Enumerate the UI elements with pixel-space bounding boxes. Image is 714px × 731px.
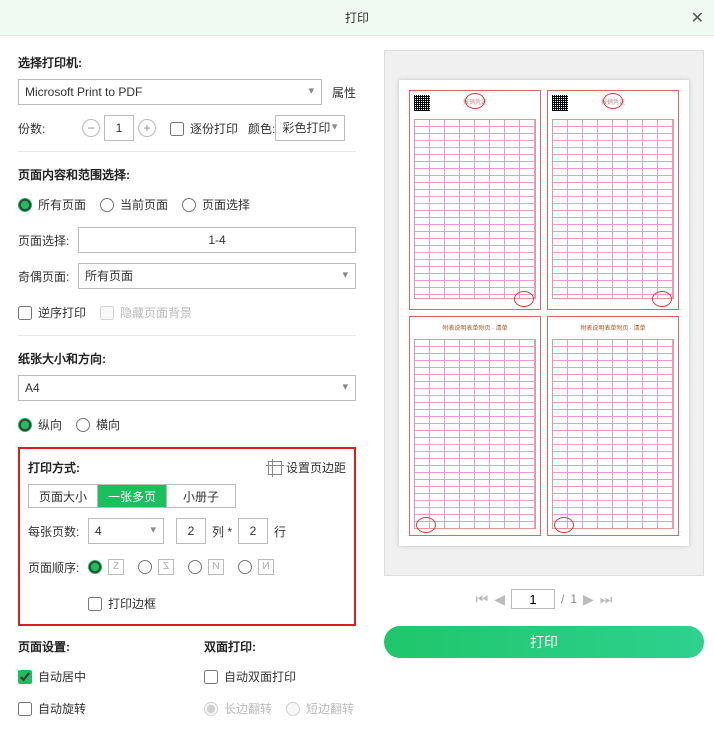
pager-next-icon[interactable]: ▶ xyxy=(583,591,594,608)
collate-checkbox[interactable]: 逐份打印 xyxy=(170,120,238,137)
pager-prev-icon[interactable]: ◀ xyxy=(494,591,505,608)
color-label: 颜色: xyxy=(248,120,275,137)
reverse-order-checkbox[interactable]: 逆序打印 xyxy=(18,304,86,321)
preview-sheet: 报销凭证 报销凭证 附表说明表单附页 · 清单 xyxy=(399,80,689,546)
printer-label: 选择打印机: xyxy=(18,54,356,71)
set-margins-link[interactable]: 设置页边距 xyxy=(268,459,346,476)
range-all-radio[interactable]: 所有页面 xyxy=(18,196,86,213)
range-header: 页面内容和范围选择: xyxy=(18,166,356,183)
duplex-long-edge-radio: 长边翻转 xyxy=(204,700,272,717)
order-rz-radio[interactable]: Z xyxy=(138,559,174,575)
layout-tabs: 页面大小 一张多页 小册子 xyxy=(28,484,236,508)
tab-fit[interactable]: 页面大小 xyxy=(29,485,98,507)
preview-page-4: 附表说明表单附页 · 清单 xyxy=(547,316,679,536)
preview-page-3: 附表说明表单附页 · 清单 xyxy=(409,316,541,536)
pager-last-icon[interactable]: ⏭ xyxy=(600,591,613,608)
range-custom-radio[interactable]: 页面选择 xyxy=(182,196,250,213)
duplex-short-edge-radio: 短边翻转 xyxy=(286,700,354,717)
printer-properties-link[interactable]: 属性 xyxy=(332,84,356,101)
print-button[interactable]: 打印 xyxy=(384,626,704,658)
per-sheet-label: 每张页数: xyxy=(28,523,88,540)
title-bar: 打印 ✕ xyxy=(0,0,714,36)
order-rn-icon: N xyxy=(258,559,274,575)
order-z-radio[interactable]: Z xyxy=(88,559,124,575)
close-icon[interactable]: ✕ xyxy=(691,8,704,28)
preview-page-2: 报销凭证 xyxy=(547,90,679,310)
auto-rotate-checkbox[interactable]: 自动旋转 xyxy=(18,700,86,717)
settings-panel: 选择打印机: Microsoft Print to PDF 属性 份数: − +… xyxy=(0,36,374,668)
layout-header: 打印方式: xyxy=(28,459,80,476)
parity-select[interactable]: 所有页面 xyxy=(78,263,356,289)
parity-label: 奇偶页面: xyxy=(18,268,78,285)
copies-decrement-button[interactable]: − xyxy=(82,119,100,137)
order-rz-icon: Z xyxy=(158,559,174,575)
pager-first-icon[interactable]: ⏮ xyxy=(476,591,489,608)
order-n-radio[interactable]: N xyxy=(188,559,224,575)
range-current-radio[interactable]: 当前页面 xyxy=(100,196,168,213)
orientation-portrait-radio[interactable]: 纵向 xyxy=(18,416,62,433)
copies-input[interactable] xyxy=(104,115,134,141)
order-n-icon: N xyxy=(208,559,224,575)
hide-background-checkbox: 隐藏页面背景 xyxy=(100,304,192,321)
preview-area: 报销凭证 报销凭证 附表说明表单附页 · 清单 xyxy=(384,50,704,576)
page-setup-header: 页面设置: xyxy=(18,638,170,655)
pager: ⏮ ◀ / 1 ▶ ⏭ xyxy=(384,584,704,614)
cols-label: 列 * xyxy=(212,523,232,540)
orientation-landscape-radio[interactable]: 横向 xyxy=(76,416,120,433)
page-range-input[interactable] xyxy=(78,227,356,253)
pager-total: 1 xyxy=(570,592,577,606)
auto-duplex-checkbox[interactable]: 自动双面打印 xyxy=(204,668,296,685)
order-rn-radio[interactable]: N xyxy=(238,559,274,575)
paper-size-select[interactable]: A4 xyxy=(18,375,356,401)
margins-icon xyxy=(268,461,282,475)
print-border-checkbox[interactable]: 打印边框 xyxy=(88,595,156,612)
per-sheet-select[interactable]: 4 xyxy=(88,518,164,544)
copies-label: 份数: xyxy=(18,120,78,137)
rows-label: 行 xyxy=(274,523,286,540)
dialog-title: 打印 xyxy=(345,9,369,26)
pager-page-input[interactable] xyxy=(511,589,555,609)
tab-booklet[interactable]: 小册子 xyxy=(167,485,235,507)
page-range-label: 页面选择: xyxy=(18,232,78,249)
paper-header: 纸张大小和方向: xyxy=(18,350,356,367)
copies-increment-button[interactable]: + xyxy=(138,119,156,137)
duplex-header: 双面打印: xyxy=(204,638,356,655)
preview-panel: 报销凭证 报销凭证 附表说明表单附页 · 清单 xyxy=(374,36,714,668)
printer-select[interactable]: Microsoft Print to PDF xyxy=(18,79,322,105)
cols-input[interactable] xyxy=(176,518,206,544)
preview-page-1: 报销凭证 xyxy=(409,90,541,310)
layout-section: 打印方式: 设置页边距 页面大小 一张多页 小册子 每张页数: 4 xyxy=(18,447,356,626)
color-select[interactable]: 彩色打印 xyxy=(275,115,345,141)
order-z-icon: Z xyxy=(108,559,124,575)
pager-sep: / xyxy=(561,592,564,606)
auto-center-checkbox[interactable]: 自动居中 xyxy=(18,668,86,685)
rows-input[interactable] xyxy=(238,518,268,544)
tab-multi-per-sheet[interactable]: 一张多页 xyxy=(98,485,167,507)
order-label: 页面顺序: xyxy=(28,559,88,576)
